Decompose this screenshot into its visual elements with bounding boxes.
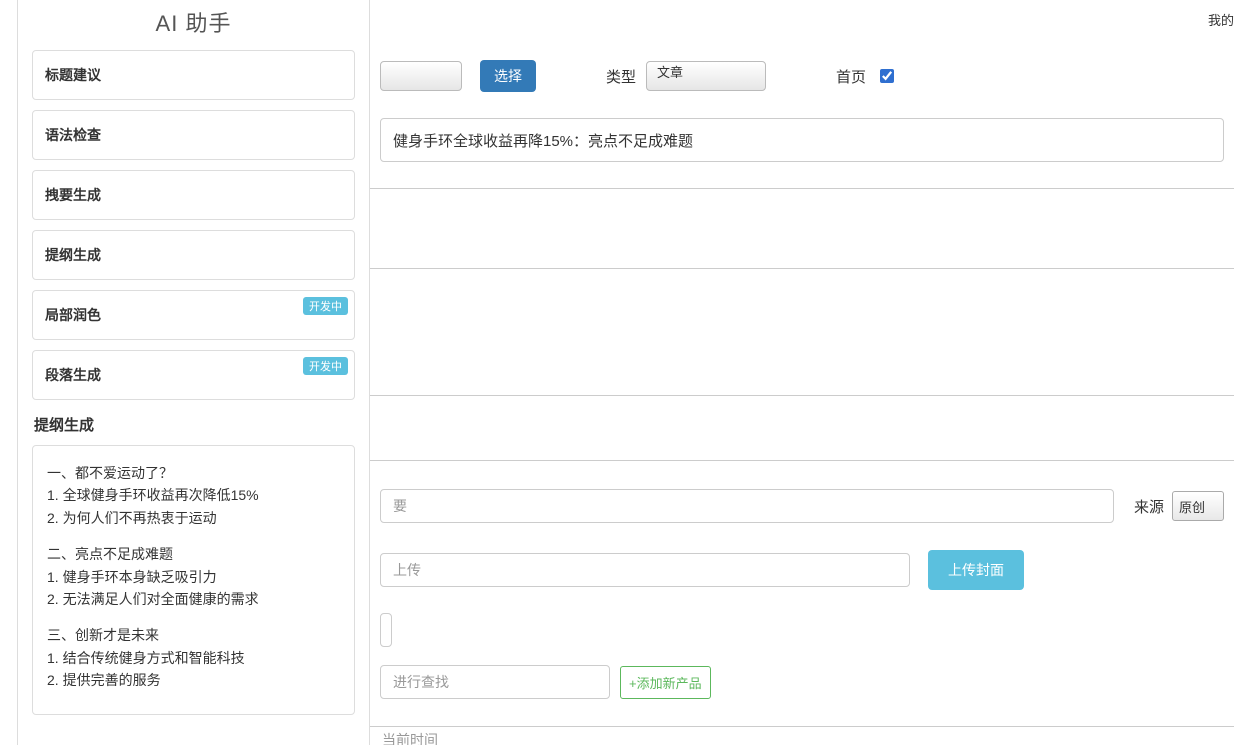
ai-item-polish[interactable]: 局部润色 开发中 (32, 290, 355, 340)
ai-item-paragraph-gen[interactable]: 段落生成 开发中 (32, 350, 355, 400)
homepage-checkbox[interactable] (880, 69, 894, 83)
category-select[interactable] (380, 61, 462, 91)
select-button[interactable]: 选择 (480, 60, 536, 92)
small-input[interactable] (380, 613, 392, 647)
placeholder-text: 进行查找 (391, 672, 449, 692)
outline-line: 一、都不爱运动了？ (47, 462, 340, 484)
ai-item-label: 提纲生成 (45, 247, 101, 263)
outline-result-box[interactable]: 一、都不爱运动了？ 1. 全球健身手环收益再次降低15% 2. 为何人们不再热衷… (32, 445, 355, 715)
type-select[interactable]: 文章 (646, 61, 766, 91)
add-product-button[interactable]: +添加新产品 (620, 666, 711, 699)
my-link[interactable]: 我的 (1208, 10, 1234, 29)
outline-line: 2. 为何人们不再热衷于运动 (47, 507, 340, 529)
placeholder-text: 当前时间 (380, 732, 438, 745)
cover-input[interactable]: 上传 (380, 553, 910, 587)
title-input[interactable]: 健身手环全球收益再降15%：亮点不足成难题 (380, 118, 1224, 162)
cover-row: 上传 上传封面 (370, 550, 1234, 590)
outline-section-3: 三、创新才是未来 1. 结合传统健身方式和智能科技 2. 提供完善的服务 (47, 624, 340, 691)
divider (370, 460, 1234, 461)
time-row: 当前时间 (370, 730, 1234, 745)
divider (370, 395, 1234, 396)
outline-line: 二、亮点不足成难题 (47, 543, 340, 565)
outline-section-1: 一、都不爱运动了？ 1. 全球健身手环收益再次降低15% 2. 为何人们不再热衷… (47, 462, 340, 529)
ai-item-label: 标题建议 (45, 67, 101, 83)
ai-item-label: 局部润色 (45, 307, 101, 323)
source-select[interactable]: 原创 (1172, 491, 1224, 521)
dev-badge: 开发中 (303, 297, 348, 315)
ai-item-outline-gen[interactable]: 提纲生成 (32, 230, 355, 280)
toolbar-row: 选择 类型 文章 首页 (370, 60, 1234, 92)
source-label: 来源 (1134, 496, 1164, 517)
homepage-label: 首页 (836, 66, 866, 87)
main-panel: 我的 选择 类型 文章 首页 健身手环全球收益再降15%：亮点不足成难题 要 来… (370, 0, 1234, 745)
product-search-input[interactable]: 进行查找 (380, 665, 610, 699)
sidebar-title: AI 助手 (32, 0, 355, 50)
placeholder-text: 要 (391, 496, 407, 516)
ai-item-label: 语法检查 (45, 127, 101, 143)
ai-item-summary-gen[interactable]: 拽要生成 (32, 170, 355, 220)
ai-sidebar: AI 助手 标题建议 语法检查 拽要生成 提纲生成 局部润色 开发中 段落生成 … (18, 0, 370, 745)
divider (370, 188, 1234, 189)
placeholder-text: 上传 (391, 560, 421, 580)
divider (370, 726, 1234, 727)
left-gutter (0, 0, 18, 745)
divider (370, 268, 1234, 269)
type-label: 类型 (606, 66, 636, 87)
ai-item-label: 拽要生成 (45, 187, 101, 203)
outline-line: 1. 健身手环本身缺乏吸引力 (47, 566, 340, 588)
product-row: 进行查找 +添加新产品 (370, 665, 1234, 699)
ai-item-label: 段落生成 (45, 367, 101, 383)
dev-badge: 开发中 (303, 357, 348, 375)
outline-line: 1. 结合传统健身方式和智能科技 (47, 647, 340, 669)
summary-row: 要 来源 原创 (370, 489, 1234, 523)
small-box-row (370, 613, 1234, 647)
outline-result-header: 提纲生成 (34, 414, 355, 435)
outline-section-2: 二、亮点不足成难题 1. 健身手环本身缺乏吸引力 2. 无法满足人们对全面健康的… (47, 543, 340, 610)
upload-cover-button[interactable]: 上传封面 (928, 550, 1024, 590)
title-row: 健身手环全球收益再降15%：亮点不足成难题 (370, 118, 1234, 162)
outline-line: 2. 无法满足人们对全面健康的需求 (47, 588, 340, 610)
outline-line: 三、创新才是未来 (47, 624, 340, 646)
outline-line: 2. 提供完善的服务 (47, 669, 340, 691)
summary-input[interactable]: 要 (380, 489, 1114, 523)
outline-line: 1. 全球健身手环收益再次降低15% (47, 484, 340, 506)
ai-item-grammar-check[interactable]: 语法检查 (32, 110, 355, 160)
ai-item-title-suggestion[interactable]: 标题建议 (32, 50, 355, 100)
